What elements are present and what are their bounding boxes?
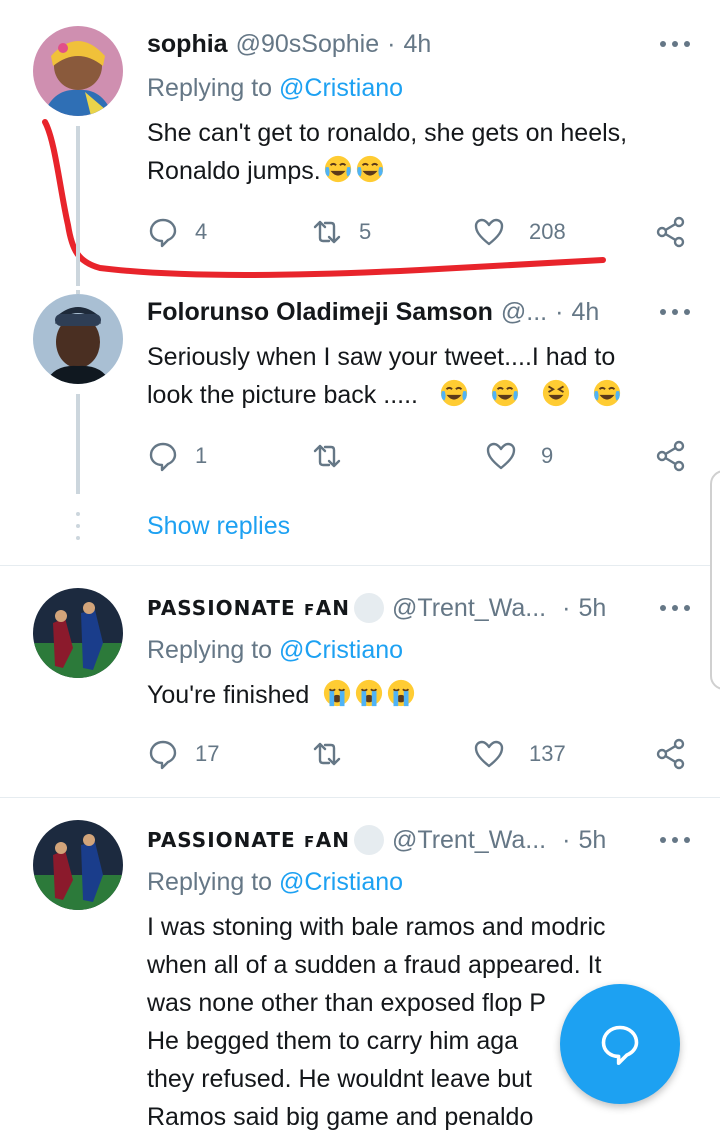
like-count: 208 <box>529 219 566 244</box>
heart-icon <box>486 442 516 470</box>
retweet-button[interactable] <box>311 736 343 772</box>
share-button[interactable] <box>655 214 687 250</box>
more-icon[interactable] <box>660 41 690 47</box>
tweet-text: She can't get to ronaldo, she gets on he… <box>147 119 628 185</box>
loudly-crying-face-icon <box>322 678 352 708</box>
show-replies-link[interactable]: Show replies <box>147 512 290 541</box>
loudly-crying-face-icon <box>354 678 384 708</box>
separator-dot: · <box>555 297 564 326</box>
user-handle[interactable]: @90sSophie <box>236 30 380 59</box>
loudly-crying-face-icon <box>386 678 416 708</box>
tweet-2[interactable]: Folorunso Oladimeji Samson @... · 4h Ser… <box>0 290 720 564</box>
like-count: 9 <box>541 443 554 468</box>
profile-badge-icon <box>353 593 384 623</box>
tweet-actions: 17 137 <box>147 736 687 772</box>
heart-icon <box>474 218 504 246</box>
reply-button[interactable]: 1 <box>147 438 207 474</box>
face-with-tears-of-joy-icon <box>439 378 469 408</box>
face-with-tears-of-joy-icon <box>323 154 353 184</box>
tweet-text: Seriously when I saw your tweet....I had… <box>147 338 687 414</box>
display-name[interactable]: Folorunso Oladimeji Samson <box>147 298 493 327</box>
face-with-tears-of-joy-icon <box>355 154 385 184</box>
reply-button[interactable]: 17 <box>147 736 219 772</box>
user-handle[interactable]: @Trent_Wa... <box>392 594 546 623</box>
user-handle[interactable]: @Trent_Wa... <box>392 826 546 855</box>
more-icon[interactable] <box>660 605 690 611</box>
tweet-actions: 4 5 208 <box>147 214 687 250</box>
retweet-icon <box>313 220 341 244</box>
reply-count: 17 <box>195 741 220 766</box>
share-button[interactable] <box>655 438 687 474</box>
profile-badge-icon <box>353 825 384 855</box>
thread-line <box>76 394 80 494</box>
replying-to: Replying to @Cristiano <box>147 74 404 102</box>
reply-icon <box>149 740 177 770</box>
face-with-tears-of-joy-icon <box>490 378 520 408</box>
timestamp[interactable]: 5h <box>578 594 606 623</box>
avatar[interactable] <box>33 26 123 116</box>
like-button[interactable]: 9 <box>485 438 553 474</box>
share-button[interactable] <box>655 736 687 772</box>
reply-count: 1 <box>195 443 208 468</box>
retweet-icon <box>313 444 341 468</box>
timestamp[interactable]: 5h <box>578 826 606 855</box>
heart-icon <box>474 740 504 768</box>
reply-icon <box>149 218 177 248</box>
tweet-1[interactable]: sophia @90sSophie · 4h Replying to @Cris… <box>0 0 720 290</box>
scroll-handle[interactable] <box>710 470 720 690</box>
retweet-button[interactable] <box>311 438 343 474</box>
share-icon <box>656 440 685 472</box>
like-count: 137 <box>529 741 566 766</box>
display-name[interactable]: sophia <box>147 30 228 59</box>
compose-reply-icon <box>601 1025 639 1066</box>
mention-link[interactable]: @Cristiano <box>279 868 403 896</box>
display-name[interactable]: PASSIONATE ꜰAN <box>147 828 350 852</box>
avatar[interactable] <box>33 820 123 910</box>
retweet-count: 5 <box>359 219 372 244</box>
grinning-squinting-face-icon <box>541 378 571 408</box>
avatar[interactable] <box>33 588 123 678</box>
reply-button[interactable]: 4 <box>147 214 207 250</box>
share-icon <box>656 216 685 248</box>
tweet-3[interactable]: PASSIONATE ꜰAN @Trent_Wa... · 5h Replyin… <box>0 566 720 798</box>
retweet-icon <box>313 742 341 766</box>
timestamp[interactable]: 4h <box>571 298 599 327</box>
separator-dot: · <box>562 593 571 622</box>
compose-reply-button[interactable] <box>560 984 680 1104</box>
thread-line <box>76 126 80 286</box>
replying-to: Replying to @Cristiano <box>147 868 404 896</box>
reply-count: 4 <box>195 219 208 244</box>
more-icon[interactable] <box>660 837 690 843</box>
display-name[interactable]: PASSIONATE ꜰAN <box>147 596 350 620</box>
separator-dot: · <box>562 825 571 854</box>
share-icon <box>656 738 685 770</box>
avatar[interactable] <box>33 294 123 384</box>
thread-line <box>76 290 80 294</box>
face-with-tears-of-joy-icon <box>592 378 622 408</box>
timestamp[interactable]: 4h <box>403 30 431 59</box>
more-icon[interactable] <box>660 309 690 315</box>
mention-link[interactable]: @Cristiano <box>279 636 403 664</box>
thread-dots <box>76 512 80 548</box>
like-button[interactable]: 208 <box>473 214 566 250</box>
mention-link[interactable]: @Cristiano <box>279 74 403 102</box>
tweet-text: You're finished <box>147 676 687 714</box>
reply-icon <box>149 442 177 472</box>
user-handle[interactable]: @... <box>501 298 547 327</box>
replying-to: Replying to @Cristiano <box>147 636 404 664</box>
separator-dot: · <box>387 29 396 58</box>
retweet-button[interactable]: 5 <box>311 214 371 250</box>
tweet-actions: 1 9 <box>147 438 687 474</box>
like-button[interactable]: 137 <box>473 736 566 772</box>
